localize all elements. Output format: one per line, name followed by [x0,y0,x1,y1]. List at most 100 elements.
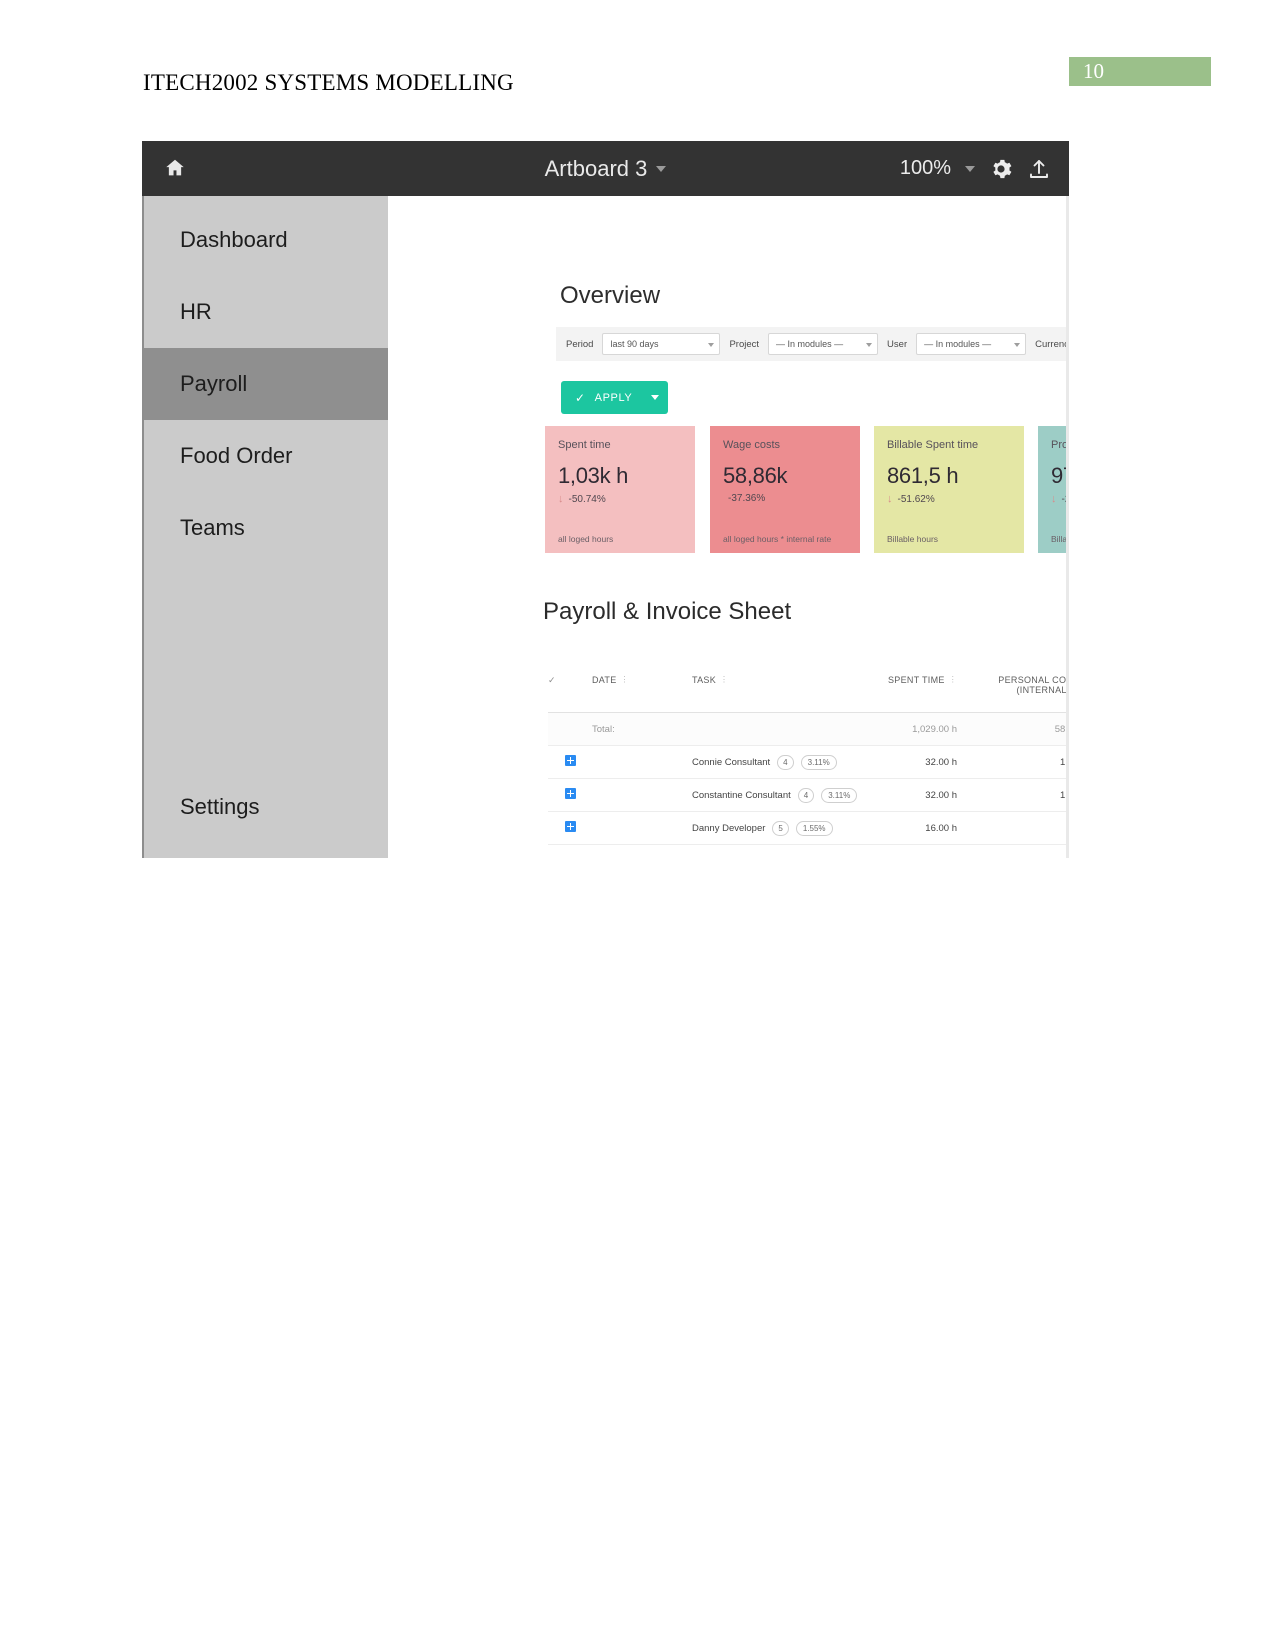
total-personal-costs: 58,860.00 [1054,723,1069,735]
stat-card-value: 58,86k [723,463,788,488]
row-task-count: 4 [797,787,815,803]
sidebar-item-teams[interactable]: Teams [144,492,390,564]
row-expander-cell[interactable] [548,788,592,802]
chevron-down-icon [866,343,873,347]
row-personal-costs: 640.00 [957,823,1069,834]
arrow-down-icon: ↓ [887,493,893,505]
filter-label-currency: Currency [1035,338,1069,350]
column-header-task[interactable]: TASK ⋮ [692,675,852,685]
filter-label-project: Project [729,338,760,350]
row-spent-time: 16.00 h [925,822,957,834]
sidebar-item-food-order[interactable]: Food Order [144,420,390,492]
chevron-down-icon [708,343,715,347]
payroll-sheet-heading: Payroll & Invoice Sheet [543,598,792,625]
sidebar-item-label: HR [180,299,212,324]
row-task-name: Connie Consultant [692,756,771,768]
sort-icon[interactable]: ⋮ [949,675,957,684]
period-select-value: last 90 days [610,339,659,349]
stat-card-footer: Billable hours [887,534,939,544]
sidebar-item-label: Food Order [180,443,293,468]
table-row[interactable]: Constantine Consultant 4 3.11% 32.00 h 1… [548,779,1069,812]
row-task-name: Danny Developer [692,822,766,834]
user-select[interactable]: — In modules — [916,333,1027,355]
sidebar-item-hr[interactable]: HR [144,276,390,348]
sidebar-item-dashboard[interactable]: Dashboard [144,204,390,276]
stat-card-delta-value: -50.74% [568,493,606,505]
table-header-row: ✓ DATE ⋮ TASK ⋮ ⋮ SPENT TIME PERSONAL CO… [548,671,1069,713]
chevron-down-icon[interactable] [651,395,659,400]
topbar-actions: 100% [900,141,1051,196]
apply-button[interactable]: ✓ APPLY [561,381,668,414]
total-spent-time: 1,029.00 h [912,723,957,735]
export-icon[interactable] [1027,157,1051,181]
stat-card-billable-spent-time[interactable]: Billable Spent time 861,5 h ↓ -51.62% Bi… [874,426,1024,553]
stat-card-wage-costs[interactable]: Wage costs 58,86k -37.36% all loged hour… [710,426,860,553]
column-header-label: PERSONAL COSTS (INTERNAL RATE) [998,675,1069,695]
table-total-row: Total: 1,029.00 h 58,860.00 114,740.00 [548,713,1069,746]
row-expander-cell[interactable] [548,755,592,769]
zoom-chevron-down-icon[interactable] [965,165,975,172]
stat-card-delta-value: -37.36% [728,493,766,504]
sidebar-item-settings[interactable]: Settings [144,771,390,843]
row-task-percent: 1.55% [795,820,833,836]
stat-card-title: Billable Spent time [887,439,979,451]
sidebar-item-label: Payroll [180,371,248,396]
expand-plus-icon[interactable] [564,755,576,766]
sidebar: Dashboard HR Payroll Food Order Teams Se… [142,196,390,858]
column-header-spent-time[interactable]: ⋮ SPENT TIME [852,675,957,685]
stat-card-spent-time[interactable]: Spent time 1,03k h ↓ -50.74% all loged h… [545,426,695,553]
stat-card-value: 1,03k h [558,463,629,488]
chevron-down-icon[interactable] [656,165,667,172]
content-scrollbar[interactable] [1066,196,1069,858]
row-personal-costs: 1,280.00 [1060,789,1069,801]
table-row[interactable]: Danny Developer 5 1.55% 16.00 h 640.00 1… [548,812,1069,845]
column-header-label: SPENT TIME [888,675,945,685]
sidebar-item-label: Teams [180,515,245,540]
zoom-level[interactable]: 100% [900,157,951,180]
row-personal-costs: 1,280.00 [1060,756,1069,768]
filter-bar: Period last 90 days Project — In modules… [556,327,1069,361]
row-task-percent: 3.11% [800,754,837,770]
document-header-title: ITECH2002 SYSTEMS MODELLING [143,70,514,95]
stat-card-footer: all loged hours * internal rate [723,534,832,544]
row-task-cell: Danny Developer 5 1.55% [692,820,852,836]
stat-card-project-earnings[interactable]: Project earnings 97,86k ↓ -26.36% Billab… [1038,426,1069,553]
sidebar-item-label: Settings [180,794,260,819]
stat-cards: Spent time 1,03k h ↓ -50.74% all loged h… [545,426,1069,553]
total-label: Total: [592,723,615,735]
row-spent-time: 32.00 h [925,756,957,768]
gear-icon[interactable] [989,157,1013,181]
row-task-cell: Connie Consultant 4 3.11% [692,754,852,770]
stat-card-delta-value: -51.62% [897,493,935,505]
stat-card-footer: all loged hours [558,534,614,544]
row-task-name: Constantine Consultant [692,789,791,801]
sort-icon[interactable]: ⋮ [621,675,629,685]
artboard-title: Artboard 3 [544,155,648,181]
content-canvas: Overview Period last 90 days Project — I… [388,196,1069,858]
sidebar-item-payroll[interactable]: Payroll [144,348,390,420]
column-header-date[interactable]: DATE ⋮ [592,675,692,685]
project-select[interactable]: — In modules — [768,333,879,355]
column-header-check[interactable]: ✓ [548,675,592,686]
app-topbar: Artboard 3 100% [142,141,1069,196]
stat-card-value: 861,5 h [887,463,959,488]
apply-button-label: APPLY [594,391,633,404]
column-header-label: TASK [692,675,717,685]
row-expander-cell[interactable] [548,821,592,835]
sort-icon[interactable]: ⋮ [720,675,728,685]
filter-label-user: User [887,338,908,350]
period-select[interactable]: last 90 days [602,333,721,355]
table-row[interactable]: Connie Consultant 4 3.11% 32.00 h 1,280.… [548,746,1069,779]
check-icon: ✓ [575,390,586,405]
column-header-personal-costs[interactable]: ⋮ PERSONAL COSTS (INTERNAL RATE) [957,675,1069,695]
stat-card-delta: ↓ -50.74% [558,493,683,505]
main-content: Overview Period last 90 days Project — I… [388,196,1069,858]
sidebar-item-label: Dashboard [180,227,288,252]
column-header-label: DATE [592,675,617,685]
arrow-down-icon: ↓ [1051,493,1057,505]
overview-heading: Overview [560,282,661,309]
row-task-cell: Constantine Consultant 4 3.11% [692,787,858,803]
expand-plus-icon[interactable] [564,788,576,799]
app-mockup: Artboard 3 100% Dashboard HR Payroll Foo… [142,141,1069,858]
expand-plus-icon[interactable] [564,821,576,832]
